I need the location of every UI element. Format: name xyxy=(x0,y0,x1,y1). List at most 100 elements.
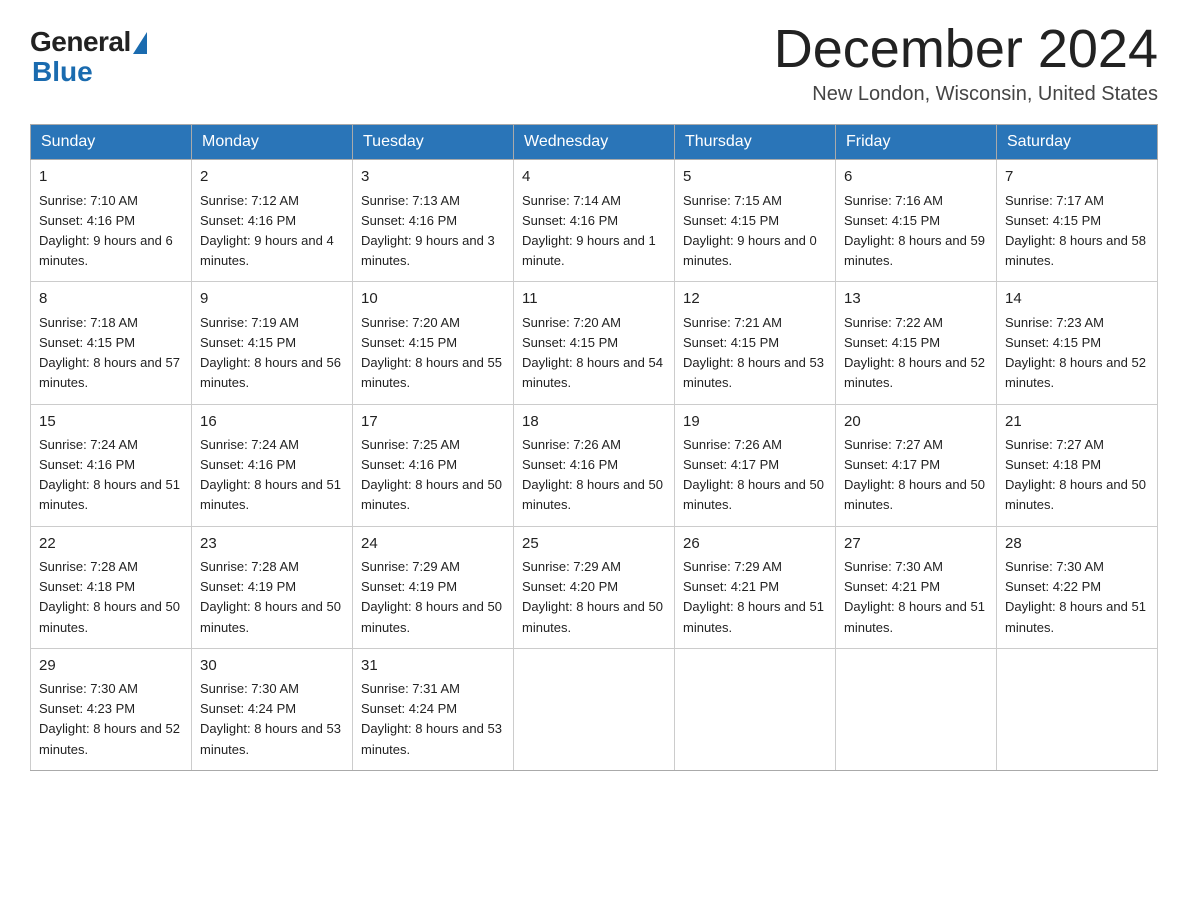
day-number: 9 xyxy=(200,288,344,311)
day-info: Sunrise: 7:22 AMSunset: 4:15 PMDaylight:… xyxy=(844,315,985,390)
day-info: Sunrise: 7:28 AMSunset: 4:18 PMDaylight:… xyxy=(39,559,180,634)
day-info: Sunrise: 7:25 AMSunset: 4:16 PMDaylight:… xyxy=(361,437,502,512)
day-info: Sunrise: 7:10 AMSunset: 4:16 PMDaylight:… xyxy=(39,193,173,268)
day-number: 11 xyxy=(522,288,666,311)
day-cell xyxy=(675,648,836,770)
day-info: Sunrise: 7:23 AMSunset: 4:15 PMDaylight:… xyxy=(1005,315,1146,390)
day-number: 12 xyxy=(683,288,827,311)
day-cell: 25 Sunrise: 7:29 AMSunset: 4:20 PMDayligh… xyxy=(514,526,675,648)
day-info: Sunrise: 7:29 AMSunset: 4:20 PMDaylight:… xyxy=(522,559,663,634)
day-info: Sunrise: 7:30 AMSunset: 4:23 PMDaylight:… xyxy=(39,681,180,756)
day-number: 15 xyxy=(39,411,183,434)
month-title: December 2024 xyxy=(774,20,1158,79)
week-row-1: 1 Sunrise: 7:10 AMSunset: 4:16 PMDaylight… xyxy=(31,160,1158,282)
header-friday: Friday xyxy=(836,125,997,160)
day-cell: 22 Sunrise: 7:28 AMSunset: 4:18 PMDayligh… xyxy=(31,526,192,648)
day-number: 21 xyxy=(1005,411,1149,434)
day-info: Sunrise: 7:17 AMSunset: 4:15 PMDaylight:… xyxy=(1005,193,1146,268)
day-cell: 31Sunrise: 7:31 AMSunset: 4:24 PMDayligh… xyxy=(353,648,514,770)
logo-general-text: General xyxy=(30,26,131,58)
day-info: Sunrise: 7:27 AMSunset: 4:18 PMDaylight:… xyxy=(1005,437,1146,512)
header-wednesday: Wednesday xyxy=(514,125,675,160)
day-cell: 30Sunrise: 7:30 AMSunset: 4:24 PMDayligh… xyxy=(192,648,353,770)
day-cell: 27 Sunrise: 7:30 AMSunset: 4:21 PMDayligh… xyxy=(836,526,997,648)
day-info: Sunrise: 7:18 AMSunset: 4:15 PMDaylight:… xyxy=(39,315,180,390)
day-info: Sunrise: 7:24 AMSunset: 4:16 PMDaylight:… xyxy=(200,437,341,512)
day-number: 23 xyxy=(200,533,344,556)
day-number: 25 xyxy=(522,533,666,556)
day-cell: 24 Sunrise: 7:29 AMSunset: 4:19 PMDayligh… xyxy=(353,526,514,648)
day-cell: 1 Sunrise: 7:10 AMSunset: 4:16 PMDaylight… xyxy=(31,160,192,282)
day-cell: 12 Sunrise: 7:21 AMSunset: 4:15 PMDayligh… xyxy=(675,282,836,404)
title-area: December 2024 New London, Wisconsin, Uni… xyxy=(774,20,1158,106)
day-cell: 15 Sunrise: 7:24 AMSunset: 4:16 PMDayligh… xyxy=(31,404,192,526)
day-number: 3 xyxy=(361,166,505,189)
day-number: 28 xyxy=(1005,533,1149,556)
day-cell: 19Sunrise: 7:26 AMSunset: 4:17 PMDayligh… xyxy=(675,404,836,526)
week-row-4: 22 Sunrise: 7:28 AMSunset: 4:18 PMDayligh… xyxy=(31,526,1158,648)
day-cell: 29 Sunrise: 7:30 AMSunset: 4:23 PMDayligh… xyxy=(31,648,192,770)
day-cell: 28Sunrise: 7:30 AMSunset: 4:22 PMDayligh… xyxy=(997,526,1158,648)
header-tuesday: Tuesday xyxy=(353,125,514,160)
day-number: 22 xyxy=(39,533,183,556)
day-number: 1 xyxy=(39,166,183,189)
day-cell: 9 Sunrise: 7:19 AMSunset: 4:15 PMDaylight… xyxy=(192,282,353,404)
day-cell: 14 Sunrise: 7:23 AMSunset: 4:15 PMDayligh… xyxy=(997,282,1158,404)
day-info: Sunrise: 7:12 AMSunset: 4:16 PMDaylight:… xyxy=(200,193,334,268)
day-info: Sunrise: 7:27 AMSunset: 4:17 PMDaylight:… xyxy=(844,437,985,512)
day-info: Sunrise: 7:28 AMSunset: 4:19 PMDaylight:… xyxy=(200,559,341,634)
day-cell: 17 Sunrise: 7:25 AMSunset: 4:16 PMDayligh… xyxy=(353,404,514,526)
day-info: Sunrise: 7:26 AMSunset: 4:16 PMDaylight:… xyxy=(522,437,663,512)
day-cell: 18 Sunrise: 7:26 AMSunset: 4:16 PMDayligh… xyxy=(514,404,675,526)
page-header: General Blue December 2024 New London, W… xyxy=(30,20,1158,106)
header-monday: Monday xyxy=(192,125,353,160)
day-info: Sunrise: 7:14 AMSunset: 4:16 PMDaylight:… xyxy=(522,193,656,268)
day-number: 5 xyxy=(683,166,827,189)
day-cell: 26 Sunrise: 7:29 AMSunset: 4:21 PMDayligh… xyxy=(675,526,836,648)
day-info: Sunrise: 7:29 AMSunset: 4:21 PMDaylight:… xyxy=(683,559,824,634)
day-number: 27 xyxy=(844,533,988,556)
day-number: 16 xyxy=(200,411,344,434)
day-number: 24 xyxy=(361,533,505,556)
week-row-2: 8 Sunrise: 7:18 AMSunset: 4:15 PMDaylight… xyxy=(31,282,1158,404)
day-info: Sunrise: 7:21 AMSunset: 4:15 PMDaylight:… xyxy=(683,315,824,390)
day-number: 17 xyxy=(361,411,505,434)
day-cell xyxy=(514,648,675,770)
day-number: 2 xyxy=(200,166,344,189)
day-cell: 13 Sunrise: 7:22 AMSunset: 4:15 PMDayligh… xyxy=(836,282,997,404)
day-number: 20 xyxy=(844,411,988,434)
day-number: 29 xyxy=(39,655,183,678)
day-number: 8 xyxy=(39,288,183,311)
day-number: 19 xyxy=(683,411,827,434)
day-info: Sunrise: 7:31 AMSunset: 4:24 PMDaylight:… xyxy=(361,681,502,756)
day-number: 26 xyxy=(683,533,827,556)
logo-triangle-icon xyxy=(133,32,147,54)
day-info: Sunrise: 7:15 AMSunset: 4:15 PMDaylight:… xyxy=(683,193,817,268)
day-cell: 3Sunrise: 7:13 AMSunset: 4:16 PMDaylight… xyxy=(353,160,514,282)
day-info: Sunrise: 7:24 AMSunset: 4:16 PMDaylight:… xyxy=(39,437,180,512)
week-row-3: 15 Sunrise: 7:24 AMSunset: 4:16 PMDayligh… xyxy=(31,404,1158,526)
day-number: 18 xyxy=(522,411,666,434)
logo: General Blue xyxy=(30,20,147,88)
day-info: Sunrise: 7:19 AMSunset: 4:15 PMDaylight:… xyxy=(200,315,341,390)
calendar-table: SundayMondayTuesdayWednesdayThursdayFrid… xyxy=(30,124,1158,770)
day-number: 14 xyxy=(1005,288,1149,311)
header-thursday: Thursday xyxy=(675,125,836,160)
day-info: Sunrise: 7:20 AMSunset: 4:15 PMDaylight:… xyxy=(361,315,502,390)
day-number: 6 xyxy=(844,166,988,189)
day-info: Sunrise: 7:29 AMSunset: 4:19 PMDaylight:… xyxy=(361,559,502,634)
day-number: 13 xyxy=(844,288,988,311)
header-saturday: Saturday xyxy=(997,125,1158,160)
day-cell: 16 Sunrise: 7:24 AMSunset: 4:16 PMDayligh… xyxy=(192,404,353,526)
day-cell: 21 Sunrise: 7:27 AMSunset: 4:18 PMDayligh… xyxy=(997,404,1158,526)
day-cell: 8 Sunrise: 7:18 AMSunset: 4:15 PMDaylight… xyxy=(31,282,192,404)
day-cell: 7Sunrise: 7:17 AMSunset: 4:15 PMDaylight… xyxy=(997,160,1158,282)
week-row-5: 29 Sunrise: 7:30 AMSunset: 4:23 PMDayligh… xyxy=(31,648,1158,770)
day-cell xyxy=(997,648,1158,770)
day-cell: 4Sunrise: 7:14 AMSunset: 4:16 PMDaylight… xyxy=(514,160,675,282)
day-cell: 6Sunrise: 7:16 AMSunset: 4:15 PMDaylight… xyxy=(836,160,997,282)
day-cell: 23 Sunrise: 7:28 AMSunset: 4:19 PMDayligh… xyxy=(192,526,353,648)
day-info: Sunrise: 7:30 AMSunset: 4:21 PMDaylight:… xyxy=(844,559,985,634)
day-cell: 5 Sunrise: 7:15 AMSunset: 4:15 PMDaylight… xyxy=(675,160,836,282)
day-cell: 11Sunrise: 7:20 AMSunset: 4:15 PMDayligh… xyxy=(514,282,675,404)
